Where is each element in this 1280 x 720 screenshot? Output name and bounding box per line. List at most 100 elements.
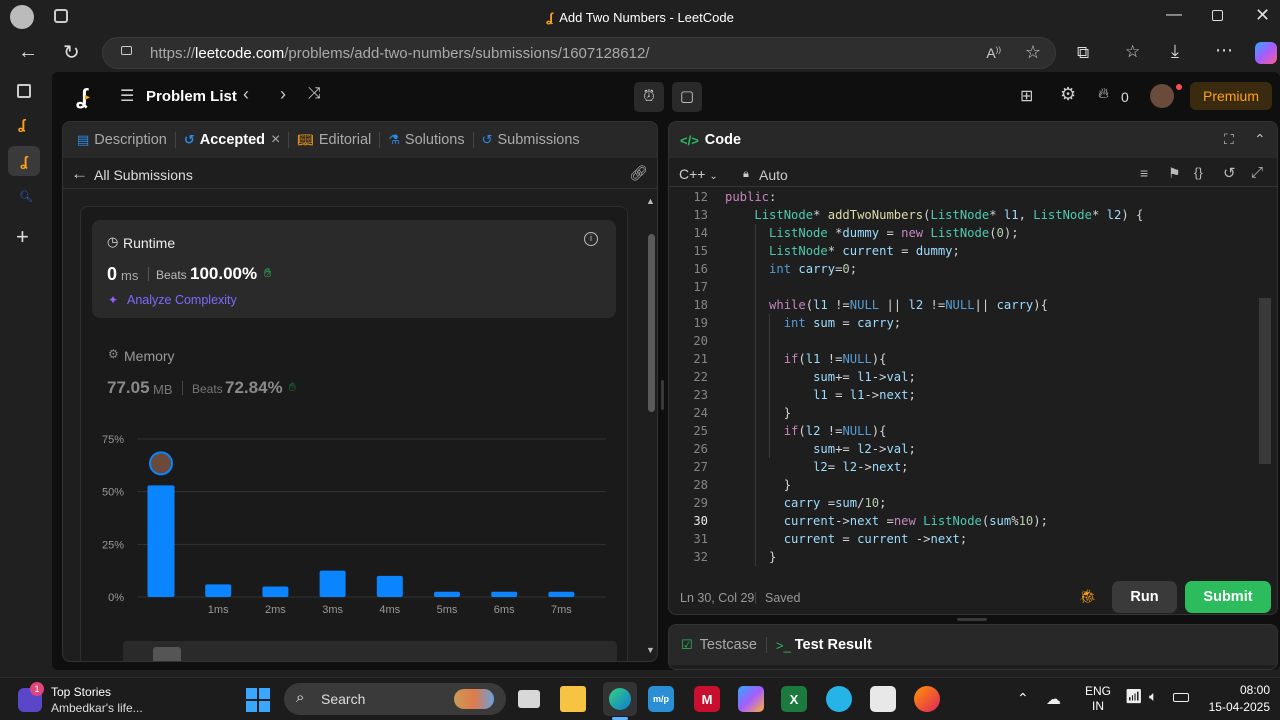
clock-date[interactable]: 15-04-2025 — [1196, 700, 1270, 714]
windows-start-icon[interactable] — [245, 686, 271, 712]
mode-label[interactable]: Auto — [759, 167, 788, 183]
code-line[interactable]: 27 l2= l2->next; — [669, 458, 1277, 476]
new-tab-icon[interactable]: + — [16, 224, 29, 250]
language-indicator[interactable]: ENG IN — [1083, 684, 1113, 714]
firefox-icon[interactable] — [914, 686, 940, 712]
read-aloud-icon[interactable]: A)) — [986, 45, 1001, 61]
code-line[interactable]: 25 if(l2 !=NULL){ — [669, 422, 1277, 440]
chart-bar[interactable] — [147, 485, 175, 597]
code-line[interactable]: 26 sum+= l2->val; — [669, 440, 1277, 458]
reset-icon[interactable]: ↺ — [1223, 164, 1236, 182]
leetcode-tab-icon[interactable]: ʆ — [18, 116, 26, 132]
show-hidden-icons-icon[interactable]: ⌃ — [1017, 690, 1029, 707]
debug-icon[interactable]: 🐞︎ — [1079, 588, 1097, 605]
tab-submissions[interactable]: ↺ Submissions — [474, 122, 588, 158]
tab-test-result[interactable]: Test Result — [795, 637, 872, 653]
downloads-icon[interactable]: ⤓ — [1171, 41, 1179, 62]
scrollbar-thumb[interactable] — [153, 647, 181, 661]
chart-bar[interactable] — [319, 570, 346, 597]
code-line[interactable]: 32 } — [669, 548, 1277, 566]
file-explorer-icon[interactable] — [560, 686, 586, 712]
code-line[interactable]: 31 current = current ->next; — [669, 530, 1277, 548]
streak-flame-icon[interactable]: 🔥︎ — [1098, 85, 1109, 102]
code-line[interactable]: 28 } — [669, 476, 1277, 494]
format-icon[interactable]: ≡ — [1140, 165, 1148, 181]
back-arrow-icon[interactable]: ← — [71, 164, 88, 184]
chart-bar[interactable] — [262, 586, 289, 597]
scroll-up-icon[interactable]: ▲ — [646, 196, 655, 206]
active-tab-icon[interactable]: ʆ — [8, 146, 40, 176]
code-line[interactable]: 13 ListNode* addTwoNumbers(ListNode* l1,… — [669, 206, 1277, 224]
code-line[interactable]: 14 ListNode *dummy = new ListNode(0); — [669, 224, 1277, 242]
onedrive-icon[interactable]: ☁ — [1046, 690, 1061, 708]
chart-bar[interactable] — [205, 584, 232, 597]
code-line[interactable]: 16 int carry=0; — [669, 260, 1277, 278]
favorite-star-icon[interactable]: ☆ — [1025, 42, 1041, 63]
expand-icon[interactable]: ⤢ — [1251, 164, 1263, 181]
chart-bar[interactable] — [548, 591, 575, 597]
shuffle-icon[interactable]: ⤨ — [308, 85, 321, 103]
edge-browser-icon[interactable] — [603, 682, 637, 716]
problem-list-icon[interactable]: ☰ — [120, 86, 134, 106]
all-submissions-link[interactable]: All Submissions — [94, 167, 193, 183]
chart-bar[interactable] — [434, 591, 460, 597]
braces-icon[interactable]: {} — [1194, 165, 1203, 180]
code-line[interactable]: 12 public: — [669, 188, 1277, 206]
next-problem-icon[interactable]: › — [280, 84, 286, 105]
tab-accepted[interactable]: ↺ Accepted × — [176, 122, 289, 158]
analyze-complexity-link[interactable]: Analyze Complexity — [127, 293, 237, 307]
news-widget[interactable]: 1 Top Stories Ambedkar's life... — [18, 682, 178, 716]
tab-testcase[interactable]: Testcase — [700, 637, 757, 653]
chart-bar[interactable] — [491, 591, 518, 597]
whatsapp-icon[interactable] — [826, 686, 852, 712]
language-select[interactable]: C++ ⌄ — [679, 166, 718, 182]
scroll-down-icon[interactable]: ▼ — [646, 645, 655, 655]
bookmark-icon[interactable]: ⚑ — [1168, 165, 1181, 182]
mcafee-icon[interactable]: M — [694, 686, 720, 712]
close-tab-icon[interactable]: × — [271, 131, 280, 149]
wifi-icon[interactable]: 📶︎ — [1125, 688, 1143, 705]
tab-description[interactable]: ▤ Description — [63, 122, 175, 158]
back-arrow-icon[interactable]: ← — [18, 41, 38, 64]
search-tab-icon[interactable]: 🔍︎ — [19, 190, 33, 203]
vertical-scrollbar-thumb[interactable] — [648, 234, 655, 412]
copilot-icon[interactable] — [1255, 42, 1277, 64]
code-line[interactable]: 15 ListNode* current = dummy; — [669, 242, 1277, 260]
timer-icon[interactable]: ⏰︎ — [634, 82, 664, 112]
tabs-icon[interactable] — [17, 84, 31, 98]
more-options-icon[interactable]: ⋯ — [1215, 40, 1233, 61]
share-link-icon[interactable]: 🔗︎ — [629, 164, 648, 182]
code-line[interactable]: 20 — [669, 332, 1277, 350]
chart-bar[interactable] — [376, 575, 403, 597]
premium-button[interactable]: Premium — [1190, 82, 1272, 110]
info-icon[interactable]: i — [584, 232, 598, 246]
store-icon[interactable] — [870, 686, 896, 712]
layout-icon[interactable]: ⊞ — [1020, 86, 1033, 106]
taskbar-search[interactable]: ⌕ Search — [284, 683, 506, 715]
code-line[interactable]: 30 current->next =new ListNode(sum%10); — [669, 512, 1277, 530]
user-avatar[interactable] — [1150, 84, 1174, 108]
run-button[interactable]: Run — [1112, 581, 1177, 613]
code-line[interactable]: 23 l1 = l1->next; — [669, 386, 1277, 404]
code-line[interactable]: 19 int sum = carry; — [669, 314, 1277, 332]
mahjong-app-icon[interactable]: m/p — [648, 686, 674, 712]
refresh-icon[interactable]: ↻ — [63, 40, 80, 65]
minimize-icon[interactable]: — — [1166, 6, 1182, 24]
panel-splitter-horizontal[interactable] — [957, 618, 987, 621]
extensions-icon[interactable]: ⧉ — [1077, 43, 1089, 63]
close-window-icon[interactable]: ✕ — [1255, 5, 1270, 26]
chart-scrollbar[interactable] — [123, 641, 617, 661]
settings-gear-icon[interactable]: ⚙︎ — [1060, 84, 1076, 105]
code-line[interactable]: 18 while(l1 !=NULL || l2 !=NULL|| carry)… — [669, 296, 1277, 314]
fullscreen-icon[interactable]: ⛶ — [1224, 131, 1234, 148]
tab-solutions[interactable]: ⚗︎ Solutions — [380, 122, 472, 158]
excel-icon[interactable]: X — [781, 686, 807, 712]
url-field[interactable]: https://leetcode.com/problems/add-two-nu… — [102, 37, 1056, 69]
panel-splitter[interactable] — [661, 380, 664, 410]
code-line[interactable]: 17 — [669, 278, 1277, 296]
editor-scrollbar[interactable] — [1259, 298, 1271, 464]
favorites-icon[interactable]: ☆ — [1125, 42, 1140, 62]
submit-button[interactable]: Submit — [1185, 581, 1271, 613]
leetcode-logo-icon[interactable]: ʆ ▸ — [76, 84, 90, 110]
volume-icon[interactable]: 🔈︎ — [1149, 688, 1157, 705]
